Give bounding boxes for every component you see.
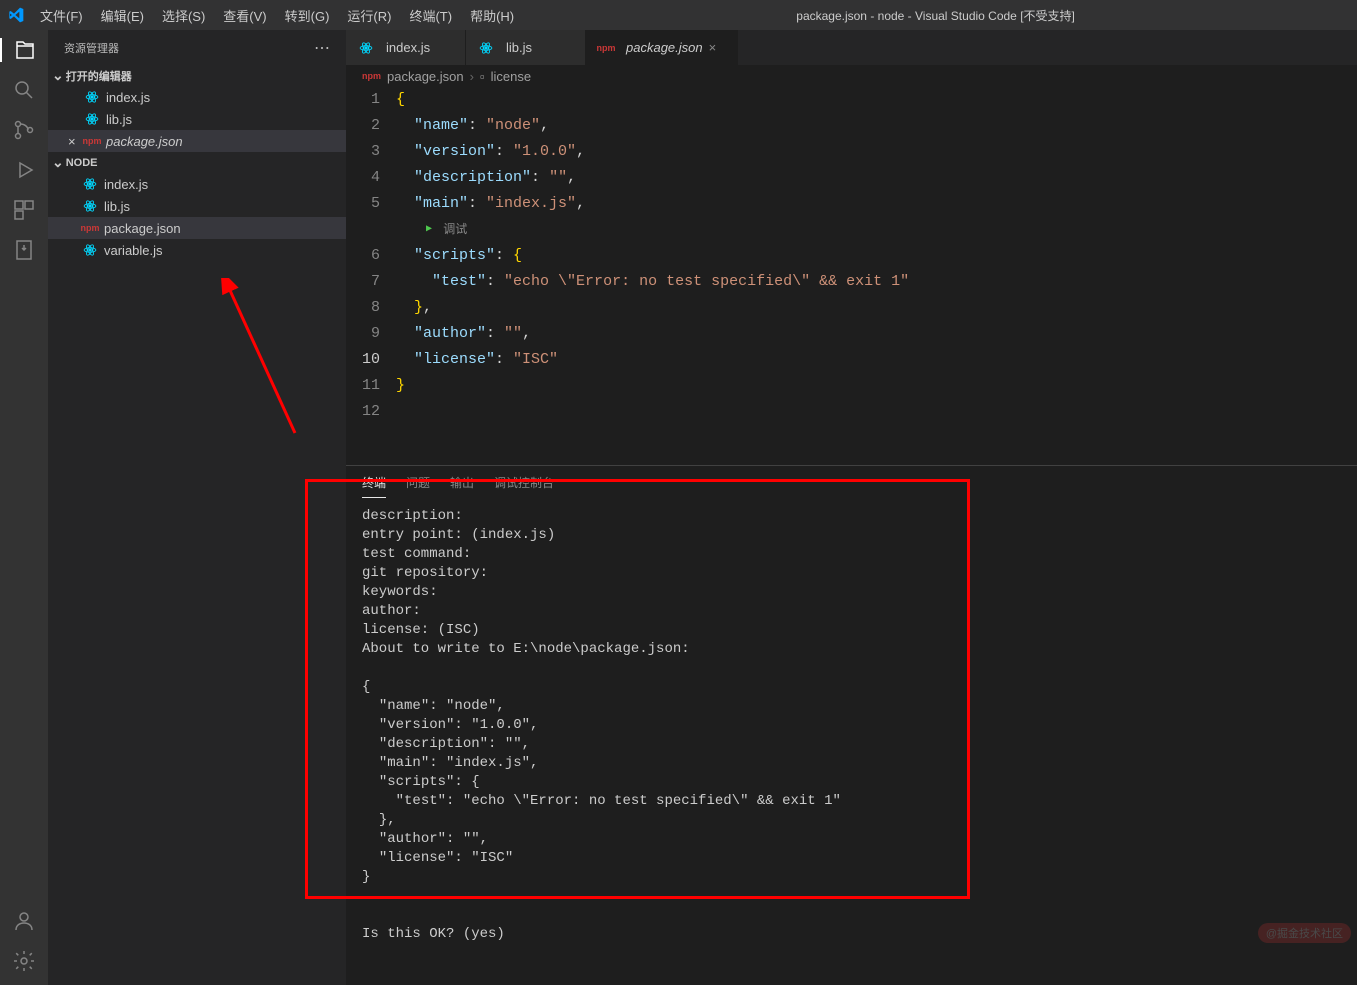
search-icon[interactable] [12, 78, 36, 102]
menu-help[interactable]: 帮助(H) [462, 2, 522, 29]
file-name: index.js [104, 177, 148, 192]
react-icon [84, 89, 100, 105]
menu-selection[interactable]: 选择(S) [154, 2, 213, 29]
code-line: "author": "", [396, 321, 1357, 347]
explorer-icon[interactable] [0, 38, 48, 62]
menu-terminal[interactable]: 终端(T) [401, 2, 460, 29]
file-name: lib.js [104, 199, 130, 214]
code-line: { [396, 87, 1357, 113]
code-line: "version": "1.0.0", [396, 139, 1357, 165]
title-bar: 文件(F) 编辑(E) 选择(S) 查看(V) 转到(G) 运行(R) 终端(T… [0, 0, 1357, 30]
terminal-output[interactable]: description: entry point: (index.js) tes… [346, 499, 1357, 985]
npm-icon: npm [362, 71, 381, 81]
file-tree-item[interactable]: lib.js [48, 195, 346, 217]
panel-tab[interactable]: 终端 [362, 468, 386, 498]
react-icon [82, 198, 98, 214]
code-editor[interactable]: 12345 6789101112 { "name": "node", "vers… [346, 87, 1357, 465]
file-name: variable.js [104, 243, 163, 258]
npm-icon: npm [82, 220, 98, 236]
sidebar-title: 资源管理器 [64, 40, 119, 56]
npm-icon: npm [84, 133, 100, 149]
tab-label: lib.js [506, 40, 532, 55]
code-line: } [396, 373, 1357, 399]
account-icon[interactable] [12, 909, 36, 933]
tab-label: index.js [386, 40, 430, 55]
code-line: "description": "", [396, 165, 1357, 191]
react-icon [82, 176, 98, 192]
editor-tab[interactable]: npm package.json × [586, 30, 738, 65]
menu-go[interactable]: 转到(G) [277, 2, 338, 29]
file-name: package.json [106, 134, 183, 149]
chevron-down-icon: ⌄ [52, 67, 64, 84]
close-icon[interactable]: × [709, 40, 725, 55]
panel-tab[interactable]: 调试控制台 [494, 468, 554, 497]
editor-area: index.js lib.js npm package.json × npm packa… [346, 30, 1357, 985]
tab-label: package.json [626, 40, 703, 55]
panel-tab[interactable]: 问题 [406, 468, 430, 497]
code-line: "license": "ISC" [396, 347, 1357, 373]
npm-icon: npm [598, 40, 614, 56]
source-control-icon[interactable] [12, 118, 36, 142]
menu-bar: 文件(F) 编辑(E) 选择(S) 查看(V) 转到(G) 运行(R) 终端(T… [32, 2, 522, 29]
bookmark-icon[interactable] [12, 238, 36, 262]
debug-icon[interactable] [12, 158, 36, 182]
folder-header[interactable]: ⌄NODE [48, 152, 346, 173]
code-line: }, [396, 295, 1357, 321]
react-icon [84, 111, 100, 127]
panel-tabs: 终端问题输出调试控制台 [346, 466, 1357, 499]
code-line: "main": "index.js", [396, 191, 1357, 217]
code-line: "scripts": { [396, 243, 1357, 269]
chevron-down-icon: ⌄ [52, 154, 64, 171]
vscode-logo-icon [8, 7, 24, 23]
window-title: package.json - node - Visual Studio Code… [522, 7, 1349, 24]
menu-run[interactable]: 运行(R) [339, 2, 399, 29]
editor-tab[interactable]: index.js [346, 30, 466, 65]
open-editors-header[interactable]: ⌄打开的编辑器 [48, 65, 346, 86]
menu-edit[interactable]: 编辑(E) [93, 2, 152, 29]
extensions-icon[interactable] [12, 198, 36, 222]
open-editor-item[interactable]: ×index.js [48, 86, 346, 108]
debug-codelens[interactable]: ▶ 调试 [396, 217, 1357, 243]
bottom-panel: 终端问题输出调试控制台 description: entry point: (i… [346, 465, 1357, 985]
menu-view[interactable]: 查看(V) [215, 2, 274, 29]
menu-file[interactable]: 文件(F) [32, 2, 91, 29]
breadcrumb[interactable]: npm package.json › ▫ license [346, 65, 1357, 87]
file-tree-item[interactable]: index.js [48, 173, 346, 195]
react-icon [478, 40, 494, 56]
code-line: "test": "echo \"Error: no test specified… [396, 269, 1357, 295]
open-editor-item[interactable]: ×lib.js [48, 108, 346, 130]
react-icon [82, 242, 98, 258]
code-line: "name": "node", [396, 113, 1357, 139]
editor-tabs: index.js lib.js npm package.json × [346, 30, 1357, 65]
activity-bar [0, 30, 48, 985]
file-tree-item[interactable]: variable.js [48, 239, 346, 261]
editor-tab[interactable]: lib.js [466, 30, 586, 65]
sidebar: 资源管理器 ⋯ ⌄打开的编辑器 ×index.js×lib.js×npmpack… [48, 30, 346, 985]
symbol-icon: ▫ [480, 69, 485, 84]
file-tree-item[interactable]: npm package.json [48, 217, 346, 239]
watermark: @掘金技术社区 [1258, 923, 1351, 943]
play-icon: ▶ [426, 217, 432, 243]
more-actions-icon[interactable]: ⋯ [314, 38, 330, 58]
settings-icon[interactable] [12, 949, 36, 973]
file-name: package.json [104, 221, 181, 236]
open-editor-item[interactable]: ×npmpackage.json [48, 130, 346, 152]
panel-tab[interactable]: 输出 [450, 468, 474, 497]
react-icon [358, 40, 374, 56]
file-name: lib.js [106, 112, 132, 127]
file-name: index.js [106, 90, 150, 105]
